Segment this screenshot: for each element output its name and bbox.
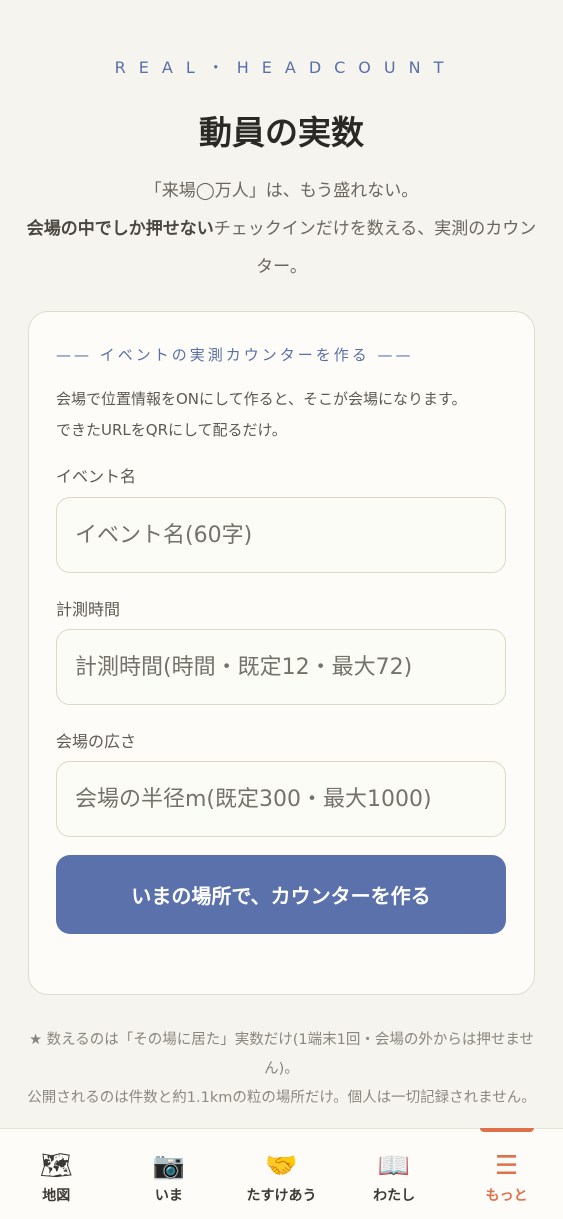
duration-input[interactable] (56, 629, 506, 705)
card-description: 会場で位置情報をONにして作ると、そこが会場になります。 できたURLをQRにし… (56, 384, 516, 446)
venue-size-label: 会場の広さ (56, 732, 137, 751)
duration-label: 計測時間 (56, 600, 121, 619)
camera-icon: 📷 (152, 1151, 186, 1181)
tab-now-label: いま (154, 1188, 183, 1204)
handshake-icon: 🤝 (265, 1151, 298, 1181)
tab-me-label: わたし (373, 1188, 416, 1204)
lead-line-2: 会場の中でしか押せないチェックインだけを数える、実測のカウンター。 (20, 210, 543, 286)
open-book-icon: 📖 (377, 1151, 411, 1181)
tab-help[interactable]: 🤝 たすけあう (225, 1129, 338, 1219)
card-desc-line-1: 会場で位置情報をONにして作ると、そこが会場になります。 (56, 390, 467, 408)
create-counter-button[interactable]: いまの場所で、カウンターを作る (56, 855, 506, 934)
lead-line-1: 「来場◯万人」は、もう盛れない。 (144, 181, 419, 201)
tab-me[interactable]: 📖 わたし (338, 1129, 451, 1219)
scroll-fade (0, 1098, 563, 1130)
world-map-icon: 🗺 (39, 1151, 73, 1181)
footnote-line-1: ★ 数えるのは「その場に居た」実数だけ(1端末1回・会場の外からは押せません)。 (29, 1032, 534, 1077)
lead-rest-text: チェックインだけを数える、実測のカウンター。 (213, 219, 537, 277)
menu-icon: ☰ (495, 1151, 519, 1181)
lead-strong-text: 会場の中でしか押せない (26, 219, 214, 239)
tab-now[interactable]: 📷 いま (113, 1129, 226, 1219)
event-name-input[interactable] (56, 497, 506, 573)
card-desc-line-2: できたURLをQRにして配るだけ。 (56, 421, 287, 439)
card-heading: —— イベントの実測カウンターを作る —— (56, 346, 414, 364)
tab-map-label: 地図 (42, 1188, 71, 1204)
page-title: 動員の実数 (199, 113, 364, 152)
venue-radius-input[interactable] (56, 761, 506, 837)
tab-more[interactable]: ☰ もっと (450, 1128, 563, 1219)
bottom-tab-bar: 🗺 地図 📷 いま 🤝 たすけあう 📖 わたし ☰ もっと (0, 1128, 563, 1219)
page-eyebrow: REAL・HEADCOUNT (114, 58, 457, 77)
page-lead: 「来場◯万人」は、もう盛れない。 会場の中でしか押せないチェックインだけを数える… (20, 172, 543, 286)
tab-more-label: もっと (485, 1188, 528, 1204)
event-name-label: イベント名 (56, 467, 137, 486)
active-tab-indicator (479, 1128, 534, 1132)
tab-help-label: たすけあう (246, 1188, 317, 1204)
tab-map[interactable]: 🗺 地図 (0, 1129, 113, 1219)
